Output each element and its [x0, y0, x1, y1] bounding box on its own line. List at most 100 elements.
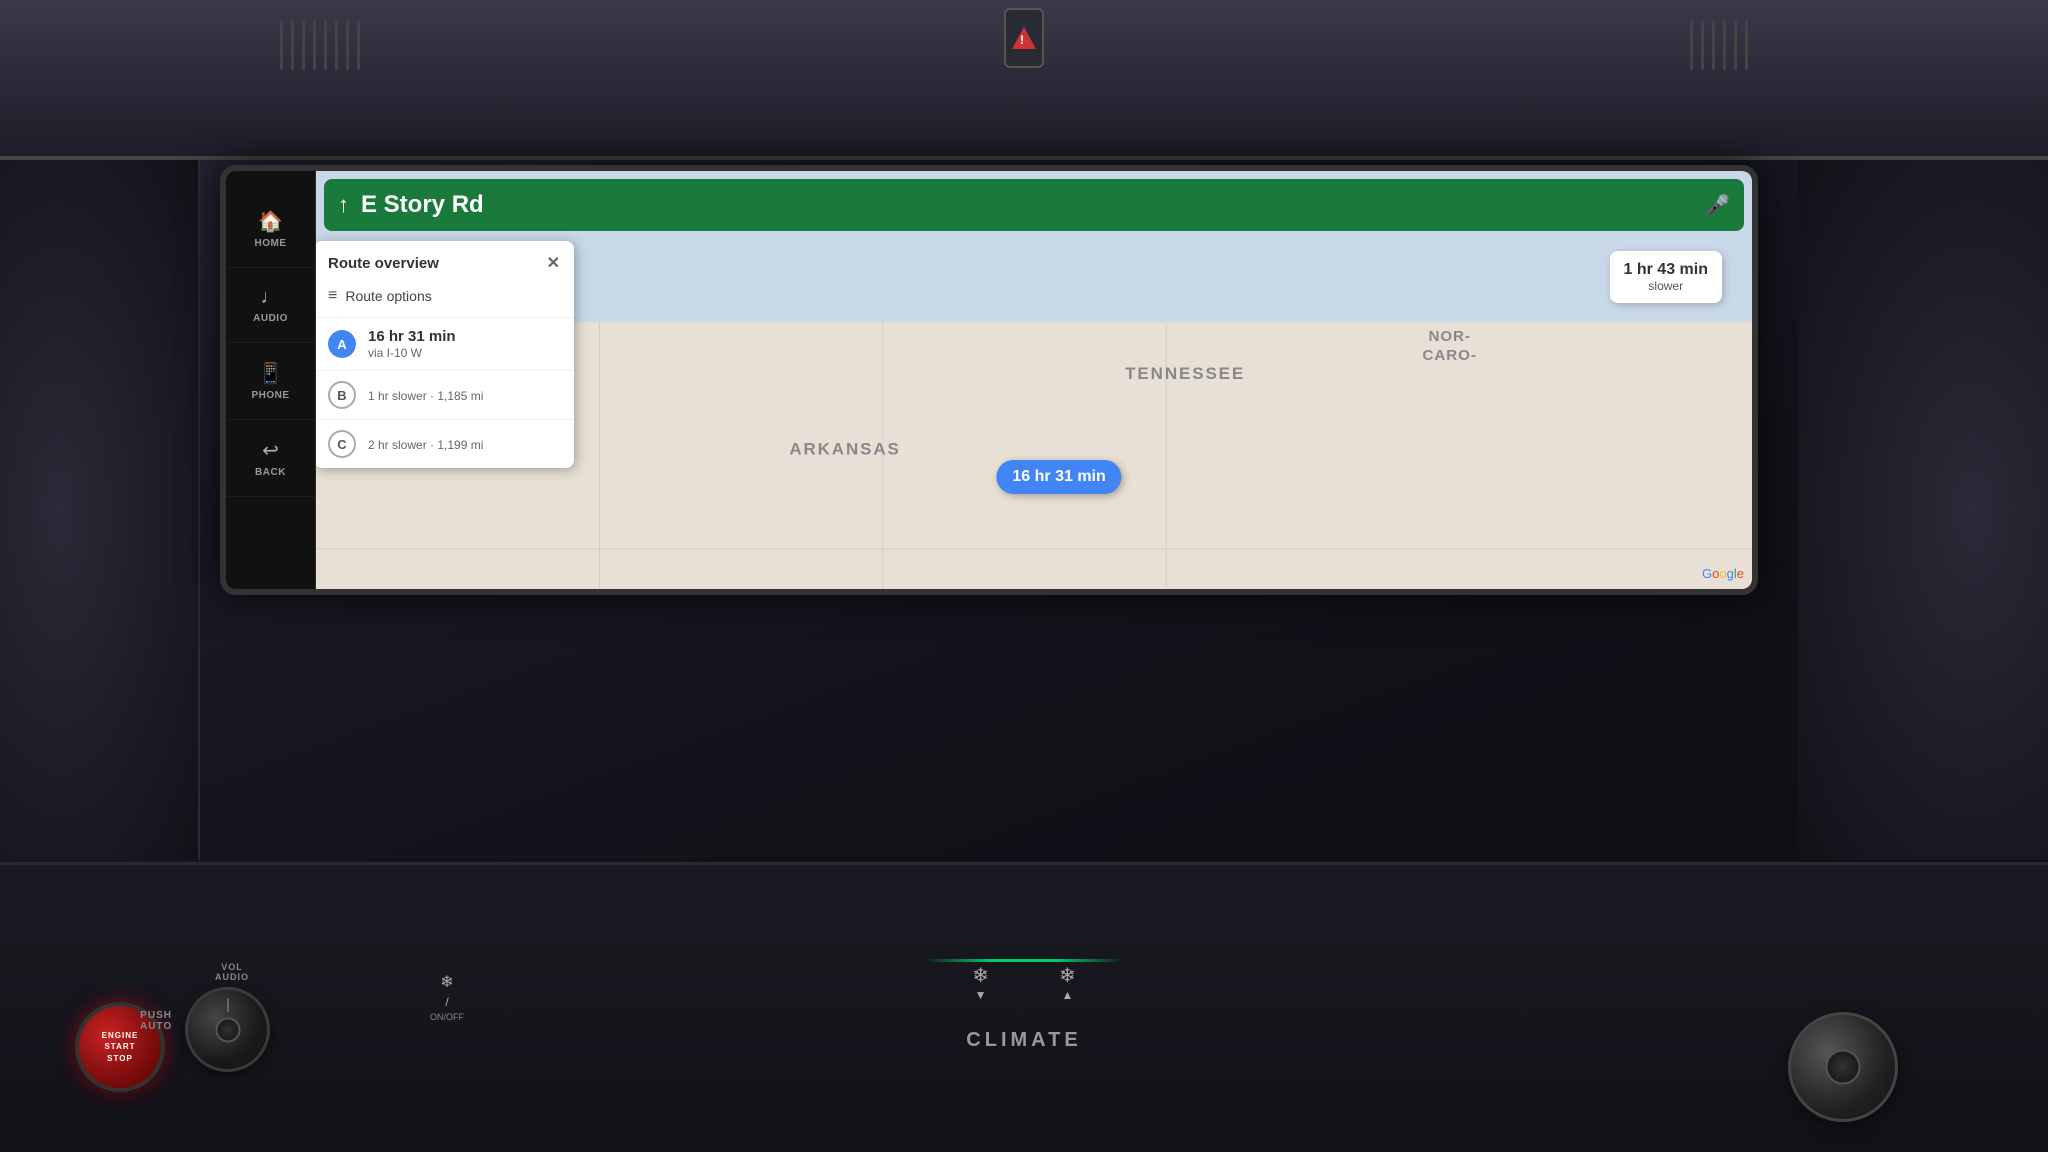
route-panel-header: Route overview ✕	[316, 241, 574, 281]
auto-text: AUTO	[140, 1021, 172, 1032]
vol-audio-knob-area	[185, 987, 270, 1072]
svg-text:TENNESSEE: TENNESSEE	[1125, 364, 1245, 383]
route-b-letter: B	[337, 388, 346, 403]
mic-icon: 🎤	[1701, 547, 1723, 568]
back-icon: ↩	[262, 438, 279, 463]
route-badge-b: B	[328, 381, 356, 409]
skip-next-icon: ⏭	[653, 547, 669, 568]
ac-icon: ❄	[440, 972, 453, 992]
route-badge-a: A	[328, 330, 356, 358]
route-time-bubble[interactable]: 16 hr 31 min	[996, 460, 1121, 494]
screen-bezel: 🏠 HOME ♩ AUDIO 📱 PHONE ↩ BACK	[220, 165, 1758, 595]
svg-text:CARO-: CARO-	[1423, 347, 1477, 364]
sidebar-item-audio[interactable]: ♩ AUDIO	[226, 268, 315, 343]
notification-dot	[1680, 539, 1690, 549]
map-area: ! OKLAHOMA ARKANSAS TENNESSEE NOR- CARO-…	[316, 171, 1752, 589]
route-panel: Route overview ✕ ≡ Route options A 16 hr	[316, 241, 574, 468]
google-logo-g: G	[1702, 566, 1712, 581]
sidebar-item-phone[interactable]: 📱 PHONE	[226, 343, 315, 420]
route-item-c[interactable]: C 2 hr slower · 1,199 mi	[316, 420, 574, 468]
sidebar-back-label: BACK	[255, 467, 286, 478]
audio-icon: ♩	[261, 286, 281, 309]
climate-controls: ❄ ▼ ❄ ▲	[952, 953, 1096, 1012]
sidebar-home-label: HOME	[255, 238, 287, 249]
notification-button[interactable]: 🔔	[1652, 537, 1692, 577]
sidebar-item-home[interactable]: 🏠 HOME	[226, 191, 315, 268]
push-auto-label: PUSH AUTO	[140, 1010, 172, 1032]
nav-mic-icon[interactable]: 🎤	[1705, 193, 1730, 218]
engine-text: ENGINESTARTSTOP	[102, 1030, 139, 1064]
route-options-icon: ≡	[328, 287, 337, 305]
left-leather-panel	[0, 160, 200, 860]
home-circle-button[interactable]: ◎	[469, 535, 513, 579]
fan-down-button[interactable]: ❄ ▼	[952, 953, 1009, 1012]
climate-label: CLIMATE	[966, 1029, 1081, 1052]
sidebar-audio-label: AUDIO	[253, 313, 288, 324]
route-item-a[interactable]: A 16 hr 31 min via I-10 W	[316, 318, 574, 371]
dashboard-top: !	[0, 0, 2048, 160]
route-options-button[interactable]: ≡ Route options	[316, 281, 574, 318]
google-logo-o2: o	[1719, 566, 1726, 581]
google-logo-e: e	[1737, 566, 1744, 581]
ac-label: ON/OFF	[430, 1012, 464, 1022]
fan-icon: ❄	[972, 963, 989, 988]
route-close-button[interactable]: ✕	[547, 253, 560, 273]
sun-icon: ☀	[426, 547, 440, 567]
vol-audio-label-area: VOL AUDIO	[215, 962, 249, 982]
slower-time: 1 hr 43 min	[1624, 261, 1708, 279]
slower-label: slower	[1624, 279, 1708, 293]
route-a-info: 16 hr 31 min via I-10 W	[368, 328, 456, 360]
brightness-indicator: ☀ ☾	[426, 547, 459, 567]
svg-text:NOR-: NOR-	[1428, 328, 1470, 345]
bottom-dashboard: CLIMATE ❄ ▼ ❄ ▲ ❄ / ON/OFF ENGINESTARTST…	[0, 862, 2048, 1152]
slower-callout: 1 hr 43 min slower	[1610, 251, 1722, 303]
route-c-info: 2 hr slower · 1,199 mi	[368, 437, 483, 452]
route-c-letter: C	[337, 437, 346, 452]
skip-prev-icon: ⏮	[573, 547, 589, 568]
car-interior: ! 🏠 HOME ♩	[0, 0, 2048, 1152]
pause-icon: ⏸	[616, 547, 625, 568]
fan-up-button[interactable]: ❄ ▲	[1039, 953, 1096, 1012]
sidebar-item-back[interactable]: ↩ BACK	[226, 420, 315, 497]
nav-street-name: E Story Rd	[361, 191, 1693, 219]
route-item-b[interactable]: B 1 hr slower · 1,185 mi	[316, 371, 574, 420]
route-options-label: Route options	[345, 288, 431, 304]
ac-slash: /	[445, 995, 448, 1009]
media-controls-bar: ☀ ☾ ◎ ▶ ⏮	[406, 524, 1752, 589]
svg-text:ARKANSAS: ARKANSAS	[789, 439, 900, 458]
screen-sidebar: 🏠 HOME ♩ AUDIO 📱 PHONE ↩ BACK	[226, 171, 316, 589]
route-a-time: 16 hr 31 min	[368, 328, 456, 345]
play-icon: ▶	[529, 545, 544, 570]
play-stop-button[interactable]: ▶	[513, 533, 561, 581]
right-control-knob[interactable]	[1788, 1012, 1898, 1122]
route-b-info: 1 hr slower · 1,185 mi	[368, 388, 483, 403]
moon-icon: ☾	[446, 549, 459, 566]
route-a-via: via I-10 W	[368, 346, 456, 360]
down-arrow: ▼	[975, 988, 987, 1002]
route-a-letter: A	[337, 337, 346, 352]
circle-icon: ◎	[484, 547, 498, 567]
vol-label: VOL	[215, 962, 249, 972]
route-badge-c: C	[328, 430, 356, 458]
fan-up-icon: ❄	[1059, 963, 1076, 988]
skip-next-button[interactable]: ⏭	[641, 537, 681, 577]
route-c-detail: 2 hr slower · 1,199 mi	[368, 438, 483, 452]
bell-icon: 🔔	[1661, 547, 1683, 568]
skip-prev-button[interactable]: ⏮	[561, 537, 601, 577]
screen-content: 🏠 HOME ♩ AUDIO 📱 PHONE ↩ BACK	[226, 171, 1752, 589]
up-arrow: ▲	[1061, 988, 1073, 1002]
ac-onoff-button[interactable]: ❄ / ON/OFF	[430, 972, 464, 1022]
google-logo: Google	[1702, 566, 1744, 581]
nav-direction-icon: ↑	[338, 192, 349, 218]
sidebar-phone-label: PHONE	[251, 390, 289, 401]
nav-header: ↑ E Story Rd 🎤	[324, 179, 1744, 231]
home-icon: 🏠	[258, 209, 283, 234]
pause-button[interactable]: ⏸	[601, 537, 641, 577]
route-panel-title: Route overview	[328, 255, 439, 272]
right-leather-panel	[1798, 160, 2048, 860]
vol-audio-knob[interactable]	[185, 987, 270, 1072]
google-logo-g2: g	[1727, 566, 1734, 581]
audio-label: AUDIO	[215, 972, 249, 982]
route-b-detail: 1 hr slower · 1,185 mi	[368, 389, 483, 403]
push-text: PUSH	[140, 1010, 172, 1021]
